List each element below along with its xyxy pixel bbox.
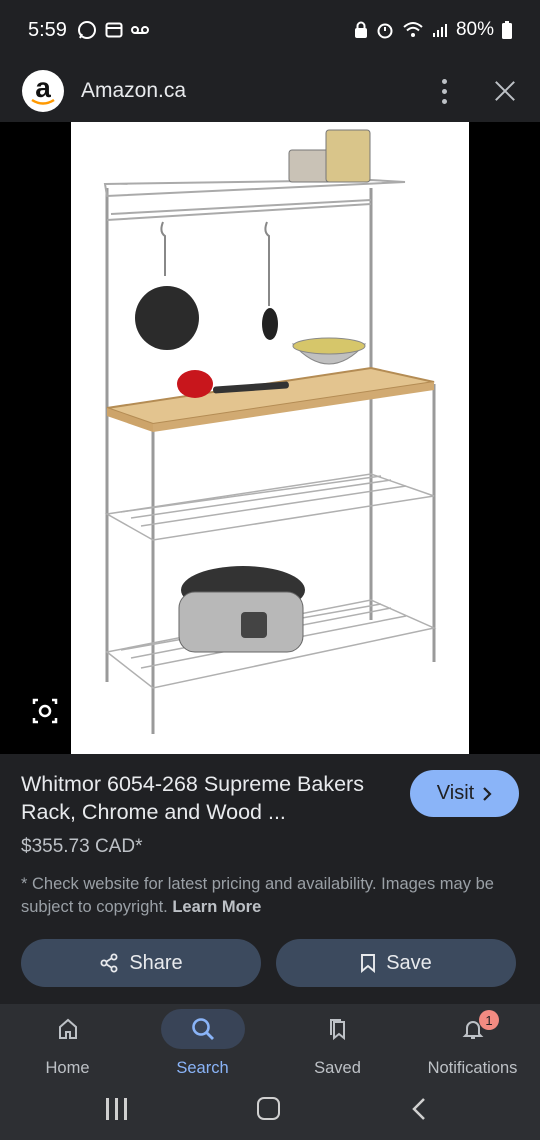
battery-percent: 80% <box>455 19 494 40</box>
disclaimer-text: * Check website for latest pricing and a… <box>21 873 526 919</box>
nav-search[interactable]: Search <box>135 1004 270 1088</box>
bakers-rack-illustration <box>103 129 437 734</box>
lens-search-icon[interactable] <box>30 696 60 726</box>
nav-home[interactable]: Home <box>0 1004 135 1088</box>
product-image[interactable] <box>71 122 469 754</box>
save-button[interactable]: Save <box>276 939 516 987</box>
visit-button[interactable]: Visit <box>410 770 519 817</box>
status-time: 5:59 <box>28 18 67 41</box>
nav-home-label: Home <box>45 1059 90 1077</box>
battery-icon <box>502 21 512 39</box>
product-title[interactable]: Whitmor 6054-268 Supreme Bakers Rack, Ch… <box>21 770 391 826</box>
share-button[interactable]: Share <box>21 939 261 987</box>
product-price: $355.73 CAD* <box>21 836 143 857</box>
recents-icon[interactable] <box>106 1098 130 1120</box>
share-label: Share <box>129 951 183 974</box>
wifi-icon <box>403 22 423 37</box>
nav-saved[interactable]: Saved <box>270 1004 405 1088</box>
result-info: Whitmor 6054-268 Supreme Bakers Rack, Ch… <box>0 754 540 1004</box>
signal-icon <box>432 24 447 37</box>
nav-notifications[interactable]: 1 Notifications <box>405 1004 540 1088</box>
nav-saved-label: Saved <box>314 1059 361 1077</box>
lock-notification-icon <box>354 21 367 38</box>
voicemail-icon <box>130 26 149 34</box>
notification-badge: 1 <box>479 1010 499 1030</box>
nav-search-label: Search <box>176 1059 229 1077</box>
bookmark-icon <box>361 954 376 973</box>
more-options-icon[interactable] <box>434 78 454 104</box>
visit-label: Visit <box>436 782 475 804</box>
close-icon[interactable] <box>492 78 518 104</box>
share-icon <box>100 953 118 973</box>
back-icon[interactable] <box>411 1097 427 1121</box>
search-icon <box>191 1018 214 1040</box>
home-button-icon[interactable] <box>257 1097 280 1120</box>
chevron-right-icon <box>483 786 492 801</box>
calendar-icon <box>105 22 123 38</box>
bottom-navigation: Home Search Saved 1 Notifications <box>0 1004 540 1088</box>
whatsapp-icon <box>77 21 96 39</box>
status-bar: 5:59 80% <box>0 0 540 60</box>
site-name: Amazon.ca <box>81 79 187 102</box>
nav-notifications-label: Notifications <box>427 1059 518 1077</box>
home-icon <box>58 1018 77 1039</box>
learn-more-link[interactable]: Learn More <box>172 898 261 916</box>
image-preview <box>0 122 540 754</box>
site-header: a Amazon.ca <box>0 60 540 122</box>
amazon-logo: a <box>22 70 64 112</box>
alarm-icon <box>377 23 393 39</box>
saved-icon <box>329 1019 345 1041</box>
save-label: Save <box>386 951 432 974</box>
smile-icon <box>31 98 55 105</box>
system-navigation-bar <box>0 1088 540 1140</box>
